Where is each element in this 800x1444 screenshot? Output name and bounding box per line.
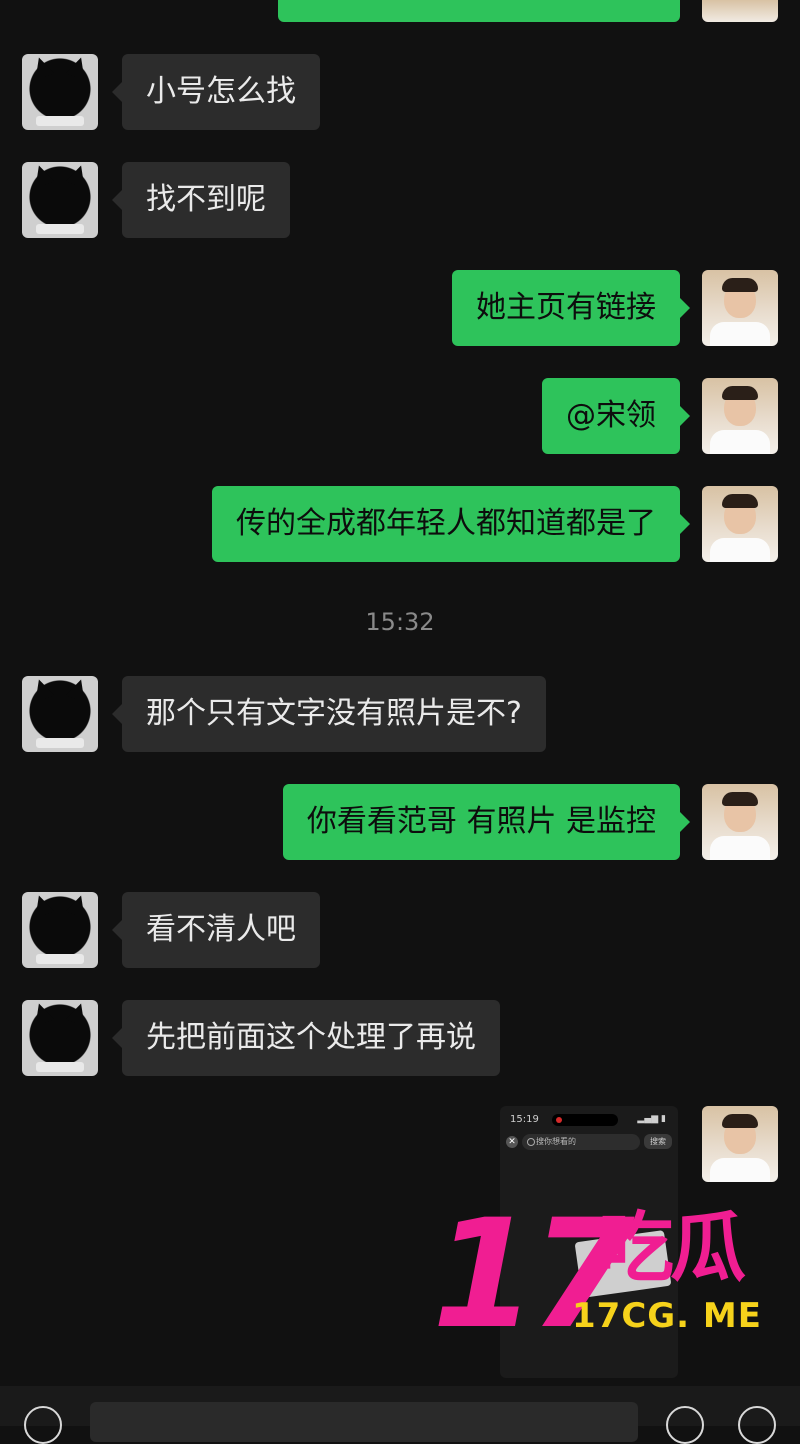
voice-icon[interactable] xyxy=(24,1406,62,1444)
screenshot-search-button: 搜索 xyxy=(644,1134,672,1149)
avatar-contact[interactable] xyxy=(22,1000,98,1076)
avatar-self[interactable] xyxy=(702,784,778,860)
message-row: 找不到呢 xyxy=(0,162,800,238)
message-row: @宋领 xyxy=(0,378,800,454)
message-bubble-outgoing[interactable]: @宋领 xyxy=(542,378,690,454)
watermark-logo-text: 吃瓜 xyxy=(598,1203,746,1292)
avatar-contact[interactable] xyxy=(22,892,98,968)
emoji-icon[interactable] xyxy=(666,1406,704,1444)
avatar-self[interactable] xyxy=(702,378,778,454)
message-bubble-incoming[interactable]: 小号怎么找 xyxy=(112,54,320,130)
message-bubble-outgoing-partial[interactable] xyxy=(278,0,680,22)
avatar-self[interactable] xyxy=(702,1106,778,1182)
message-bubble-outgoing[interactable]: 你看看范哥 有照片 是监控 xyxy=(282,784,691,860)
avatar-contact[interactable] xyxy=(22,54,98,130)
signal-battery-icon: ▂▄▆ ▮ xyxy=(637,1114,666,1124)
message-row: 你看看范哥 有照片 是监控 xyxy=(0,784,800,860)
watermark-url: 17CG. ME xyxy=(572,1296,762,1336)
chat-input-bar xyxy=(0,1386,800,1444)
recording-dot-icon xyxy=(556,1117,562,1123)
message-bubble-incoming[interactable]: 那个只有文字没有照片是不? xyxy=(112,676,546,752)
message-row: 那个只有文字没有照片是不? xyxy=(0,676,800,752)
close-icon: ✕ xyxy=(506,1136,518,1148)
message-row: 她主页有链接 xyxy=(0,270,800,346)
message-timestamp: 15:32 xyxy=(365,608,435,636)
screenshot-search-field: 搜你想看的 xyxy=(522,1134,640,1150)
plus-icon[interactable] xyxy=(738,1406,776,1444)
avatar-contact[interactable] xyxy=(22,676,98,752)
message-row: 先把前面这个处理了再说 xyxy=(0,1000,800,1076)
message-bubble-outgoing[interactable]: 她主页有链接 xyxy=(452,270,690,346)
avatar-self-partial[interactable] xyxy=(702,0,778,22)
avatar-self[interactable] xyxy=(702,486,778,562)
screenshot-status-time: 15:19 xyxy=(510,1114,539,1125)
avatar-contact[interactable] xyxy=(22,162,98,238)
message-bubble-incoming[interactable]: 先把前面这个处理了再说 xyxy=(112,1000,500,1076)
message-row: 小号怎么找 xyxy=(0,54,800,130)
message-bubble-outgoing[interactable]: 传的全成都年轻人都知道都是了 xyxy=(212,486,690,562)
message-bubble-incoming[interactable]: 看不清人吧 xyxy=(112,892,320,968)
message-input[interactable] xyxy=(90,1402,638,1442)
message-row: 看不清人吧 xyxy=(0,892,800,968)
avatar-self[interactable] xyxy=(702,270,778,346)
message-bubble-incoming[interactable]: 找不到呢 xyxy=(112,162,290,238)
message-row: 传的全成都年轻人都知道都是了 xyxy=(0,486,800,562)
screenshot-search-placeholder: 搜你想看的 xyxy=(536,1137,576,1146)
search-icon xyxy=(527,1138,535,1146)
